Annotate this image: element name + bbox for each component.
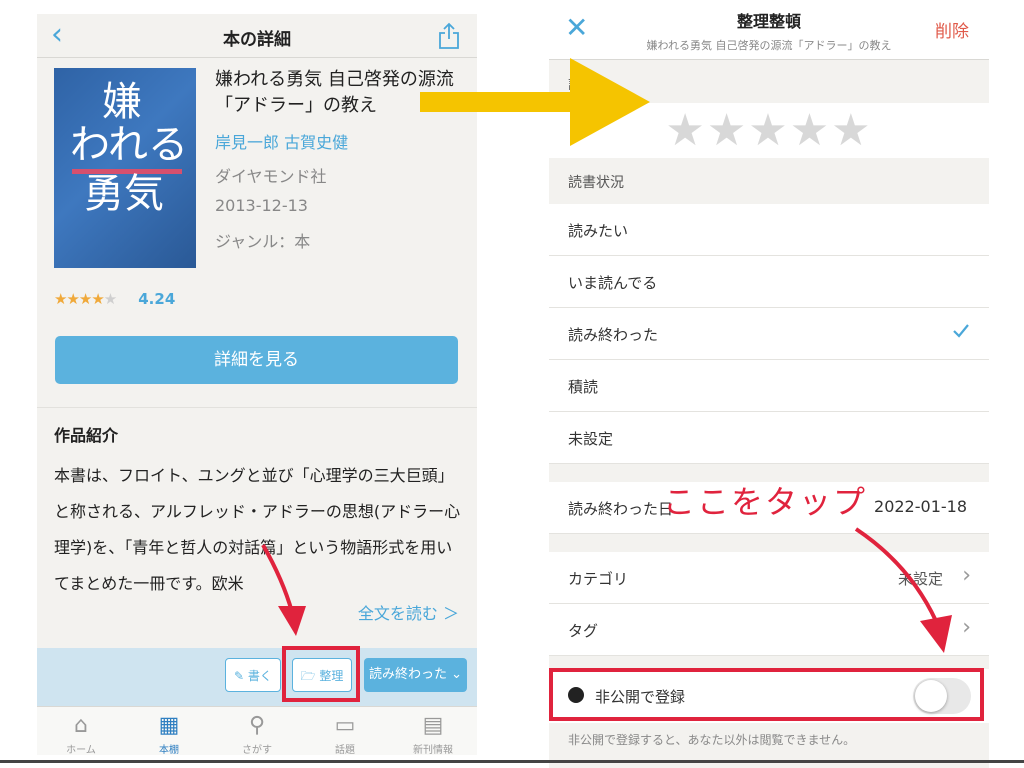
reading-status-label: 読書状況 xyxy=(568,175,624,191)
cover-title-line-1: 嫌 xyxy=(102,79,142,125)
bottom-divider xyxy=(0,760,1024,763)
tab-topic-label: 話題 xyxy=(335,745,355,755)
tab-bar: ⌂ ホーム ▦ 本棚 ⚲ さがす ▭ 話題 ▤ 新刊情報 xyxy=(37,706,477,755)
book-cover-image: 嫌 われる 勇気 xyxy=(54,68,196,268)
rating-row: ★★★★★ 4.24 xyxy=(54,289,175,309)
status-option-label: 未設定 xyxy=(568,430,614,448)
tab-bookshelf[interactable]: ▦ 本棚 xyxy=(125,707,213,755)
status-option[interactable]: 読み終わった xyxy=(549,308,989,360)
red-arrow-left-icon xyxy=(261,544,306,636)
status-option[interactable]: 読みたい xyxy=(549,204,989,256)
status-option-label: いま読んでる xyxy=(568,274,658,292)
page-subtitle: 嫌われる勇気 自己啓発の源流「アドラー」の教え xyxy=(646,39,892,52)
tab-search-label: さがす xyxy=(242,745,272,755)
chevron-down-icon: ⌄ xyxy=(451,667,463,682)
share-icon[interactable] xyxy=(437,22,461,50)
finished-date-label: 読み終わった日 xyxy=(568,500,674,518)
reading-status-dropdown[interactable]: 読み終わった ⌄ xyxy=(364,658,467,692)
chevron-right-icon: › xyxy=(962,563,971,588)
action-bar: ✎ 書く 🗁 整理 読み終わった ⌄ xyxy=(37,648,477,706)
search-icon: ⚲ xyxy=(248,713,266,738)
status-option-label: 読みたい xyxy=(568,222,629,240)
tab-search[interactable]: ⚲ さがす xyxy=(213,707,301,755)
star-rating-icon[interactable]: ★★★★★ xyxy=(665,105,872,156)
book-detail-screen: ‹ 本の詳細 嫌 われる 勇気 嫌われる勇気 自己啓発の源流「アドラー」の教え … xyxy=(37,14,477,755)
tab-bookshelf-label: 本棚 xyxy=(159,745,179,755)
topic-icon: ▭ xyxy=(334,713,356,738)
status-option[interactable]: いま読んでる xyxy=(549,256,989,308)
tab-new-releases-label: 新刊情報 xyxy=(413,745,453,755)
status-option[interactable]: 未設定 xyxy=(549,412,989,464)
intro-heading: 作品紹介 xyxy=(54,426,119,445)
highlight-box-private xyxy=(549,668,984,721)
book-publisher: ダイヤモンド社 xyxy=(215,167,327,186)
tab-topic[interactable]: ▭ 話題 xyxy=(301,707,389,755)
introduction-section: 作品紹介 本書は、フロイト、ユングと並び「心理学の三大巨頭」と称される、アルフレ… xyxy=(37,407,477,647)
page-title: 整理整頓 xyxy=(736,12,801,31)
nav-bar: ‹ 本の詳細 xyxy=(37,14,477,58)
bookshelf-icon: ▦ xyxy=(158,713,180,738)
calendar-icon: ▤ xyxy=(422,713,444,738)
chevron-right-icon: › xyxy=(962,615,971,640)
read-more-link[interactable]: 全文を読む ＞ xyxy=(358,600,459,624)
rating-average: 4.24 xyxy=(138,290,176,308)
private-note: 非公開で登録すると、あなた以外は閲覧できません。 xyxy=(568,733,856,747)
status-label: 読み終わった xyxy=(368,667,447,682)
rating-stars-icon: ★★★★★ xyxy=(54,290,117,308)
book-date: 2013-12-13 xyxy=(215,196,308,215)
checkmark-icon xyxy=(953,324,969,338)
cover-title-line-2: われる xyxy=(70,122,188,168)
reading-status-header: 読書状況 xyxy=(549,158,989,204)
book-authors-link[interactable]: 岸見一郎 古賀史健 xyxy=(215,129,348,153)
cover-title-line-3: 勇気 xyxy=(84,171,164,217)
status-option[interactable]: 積読 xyxy=(549,360,989,412)
write-label: 書く xyxy=(247,669,272,683)
tag-label: タグ xyxy=(568,622,599,640)
status-option-label: 積読 xyxy=(568,378,599,396)
view-details-button[interactable]: 詳細を見る xyxy=(55,336,458,384)
tab-home[interactable]: ⌂ ホーム xyxy=(37,707,125,755)
delete-button[interactable]: 削除 xyxy=(935,17,969,42)
red-arrow-right-icon xyxy=(854,527,952,653)
tab-new-releases[interactable]: ▤ 新刊情報 xyxy=(389,707,477,755)
nav-bar: ✕ 整理整頓 嫌われる勇気 自己啓発の源流「アドラー」の教え 削除 xyxy=(549,0,989,60)
home-icon: ⌂ xyxy=(74,713,88,738)
page-title: 本の詳細 xyxy=(223,30,291,50)
highlight-box-organize xyxy=(282,646,360,702)
tap-here-annotation: ここをタップ xyxy=(663,483,868,521)
category-label: カテゴリ xyxy=(568,570,629,588)
status-option-label: 読み終わった xyxy=(568,326,659,344)
book-genre: ジャンル：本 xyxy=(215,232,311,251)
write-review-button[interactable]: ✎ 書く xyxy=(225,658,281,692)
tab-home-label: ホーム xyxy=(66,745,96,755)
yellow-arrow-icon xyxy=(420,58,650,146)
finished-date-value: 2022-01-18 xyxy=(874,497,967,516)
